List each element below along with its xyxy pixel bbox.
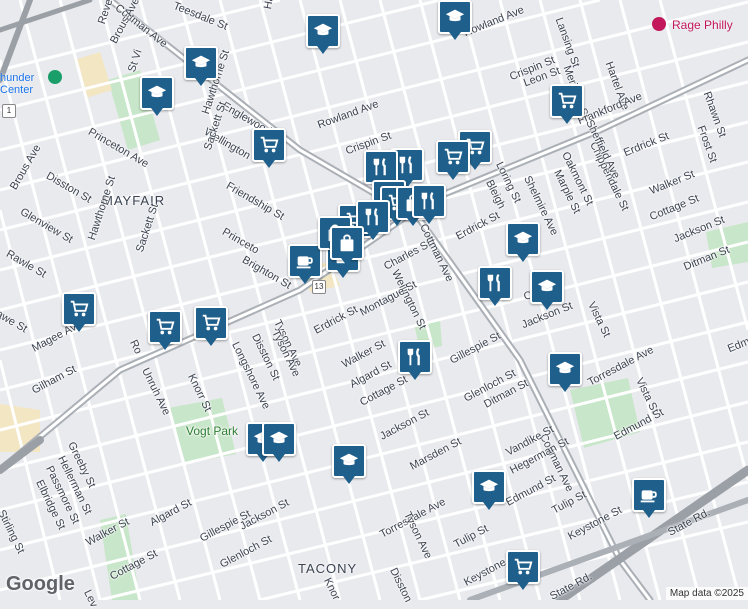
park-label-vogt: Vogt Park — [186, 424, 239, 438]
school-icon — [444, 6, 466, 28]
school-icon — [554, 358, 576, 380]
restaurant-icon — [362, 206, 384, 228]
place-label-center: Center — [0, 84, 34, 96]
map-pin-shopping-cart[interactable] — [436, 140, 470, 180]
route-shield: 1 — [2, 104, 16, 118]
map-pin-shopping-cart[interactable] — [194, 306, 228, 346]
shopping-cart-icon — [556, 90, 578, 112]
shopping-cart-icon — [512, 556, 534, 578]
coffee-icon — [638, 484, 660, 506]
restaurant-icon — [404, 346, 426, 368]
shopping-cart-icon — [442, 146, 464, 168]
map-pin-school[interactable] — [472, 470, 506, 510]
map-pin-school[interactable] — [506, 222, 540, 262]
map-pin-school[interactable] — [548, 352, 582, 392]
school-icon — [146, 82, 168, 104]
map-pin-shopping-bag[interactable] — [330, 226, 364, 266]
map-pin-school[interactable] — [530, 270, 564, 310]
map-pin-school[interactable] — [332, 444, 366, 484]
restaurant-icon — [396, 154, 418, 176]
map-pin-restaurant[interactable] — [364, 150, 398, 190]
school-icon — [312, 20, 334, 42]
map-pin-school[interactable] — [140, 76, 174, 116]
place-label-thunder: hunder — [0, 72, 35, 84]
map-pin-shopping-cart[interactable] — [550, 84, 584, 124]
area-label-tacony: TACONY — [298, 561, 358, 576]
place-label-rage-philly[interactable]: Rage Philly — [672, 18, 733, 32]
map-pin-coffee[interactable] — [288, 244, 322, 284]
school-icon — [512, 228, 534, 250]
coffee-icon — [294, 250, 316, 272]
school-icon — [190, 52, 212, 74]
place-marker-icon[interactable] — [652, 17, 666, 31]
map-pin-coffee[interactable] — [632, 478, 666, 518]
shopping-cart-icon — [154, 316, 176, 338]
map-pin-school[interactable] — [184, 46, 218, 86]
map-pin-school[interactable] — [262, 422, 296, 462]
restaurant-icon — [370, 156, 392, 178]
place-marker-icon[interactable] — [48, 70, 62, 84]
restaurant-icon — [418, 190, 440, 212]
map-pin-shopping-cart[interactable] — [148, 310, 182, 350]
map-pin-school[interactable] — [306, 14, 340, 54]
map-pin-shopping-cart[interactable] — [252, 128, 286, 168]
route-shield: 13 — [312, 280, 326, 294]
brand-logo: Google — [6, 573, 75, 595]
map-pin-school[interactable] — [438, 0, 472, 40]
map-pin-restaurant[interactable] — [412, 184, 446, 224]
school-icon — [338, 450, 360, 472]
shopping-bag-icon — [336, 232, 358, 254]
school-icon — [268, 428, 290, 450]
map-pin-shopping-cart[interactable] — [62, 292, 96, 332]
shopping-cart-icon — [258, 134, 280, 156]
shopping-cart-icon — [200, 312, 222, 334]
map-pin-restaurant[interactable] — [478, 266, 512, 306]
school-icon — [536, 276, 558, 298]
shopping-cart-icon — [68, 298, 90, 320]
restaurant-icon — [484, 272, 506, 294]
map-pin-restaurant[interactable] — [398, 340, 432, 380]
school-icon — [478, 476, 500, 498]
map-attribution[interactable]: Map data ©2025 — [665, 587, 748, 600]
map-pin-shopping-cart[interactable] — [506, 550, 540, 590]
